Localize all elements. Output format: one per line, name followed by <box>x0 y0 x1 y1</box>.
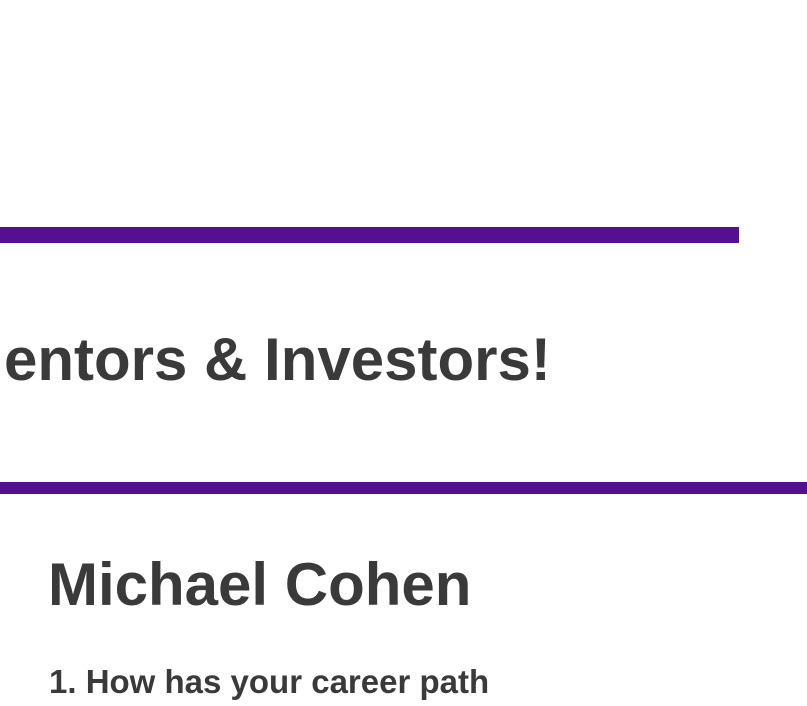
clipped-top-text <box>0 0 807 6</box>
profile-question-1: 1. How has your career path <box>49 663 490 700</box>
bottom-divider <box>0 482 807 494</box>
top-divider <box>0 227 739 243</box>
profile-name: Michael Cohen <box>48 551 472 618</box>
section-heading: entors & Investors! <box>4 326 551 393</box>
